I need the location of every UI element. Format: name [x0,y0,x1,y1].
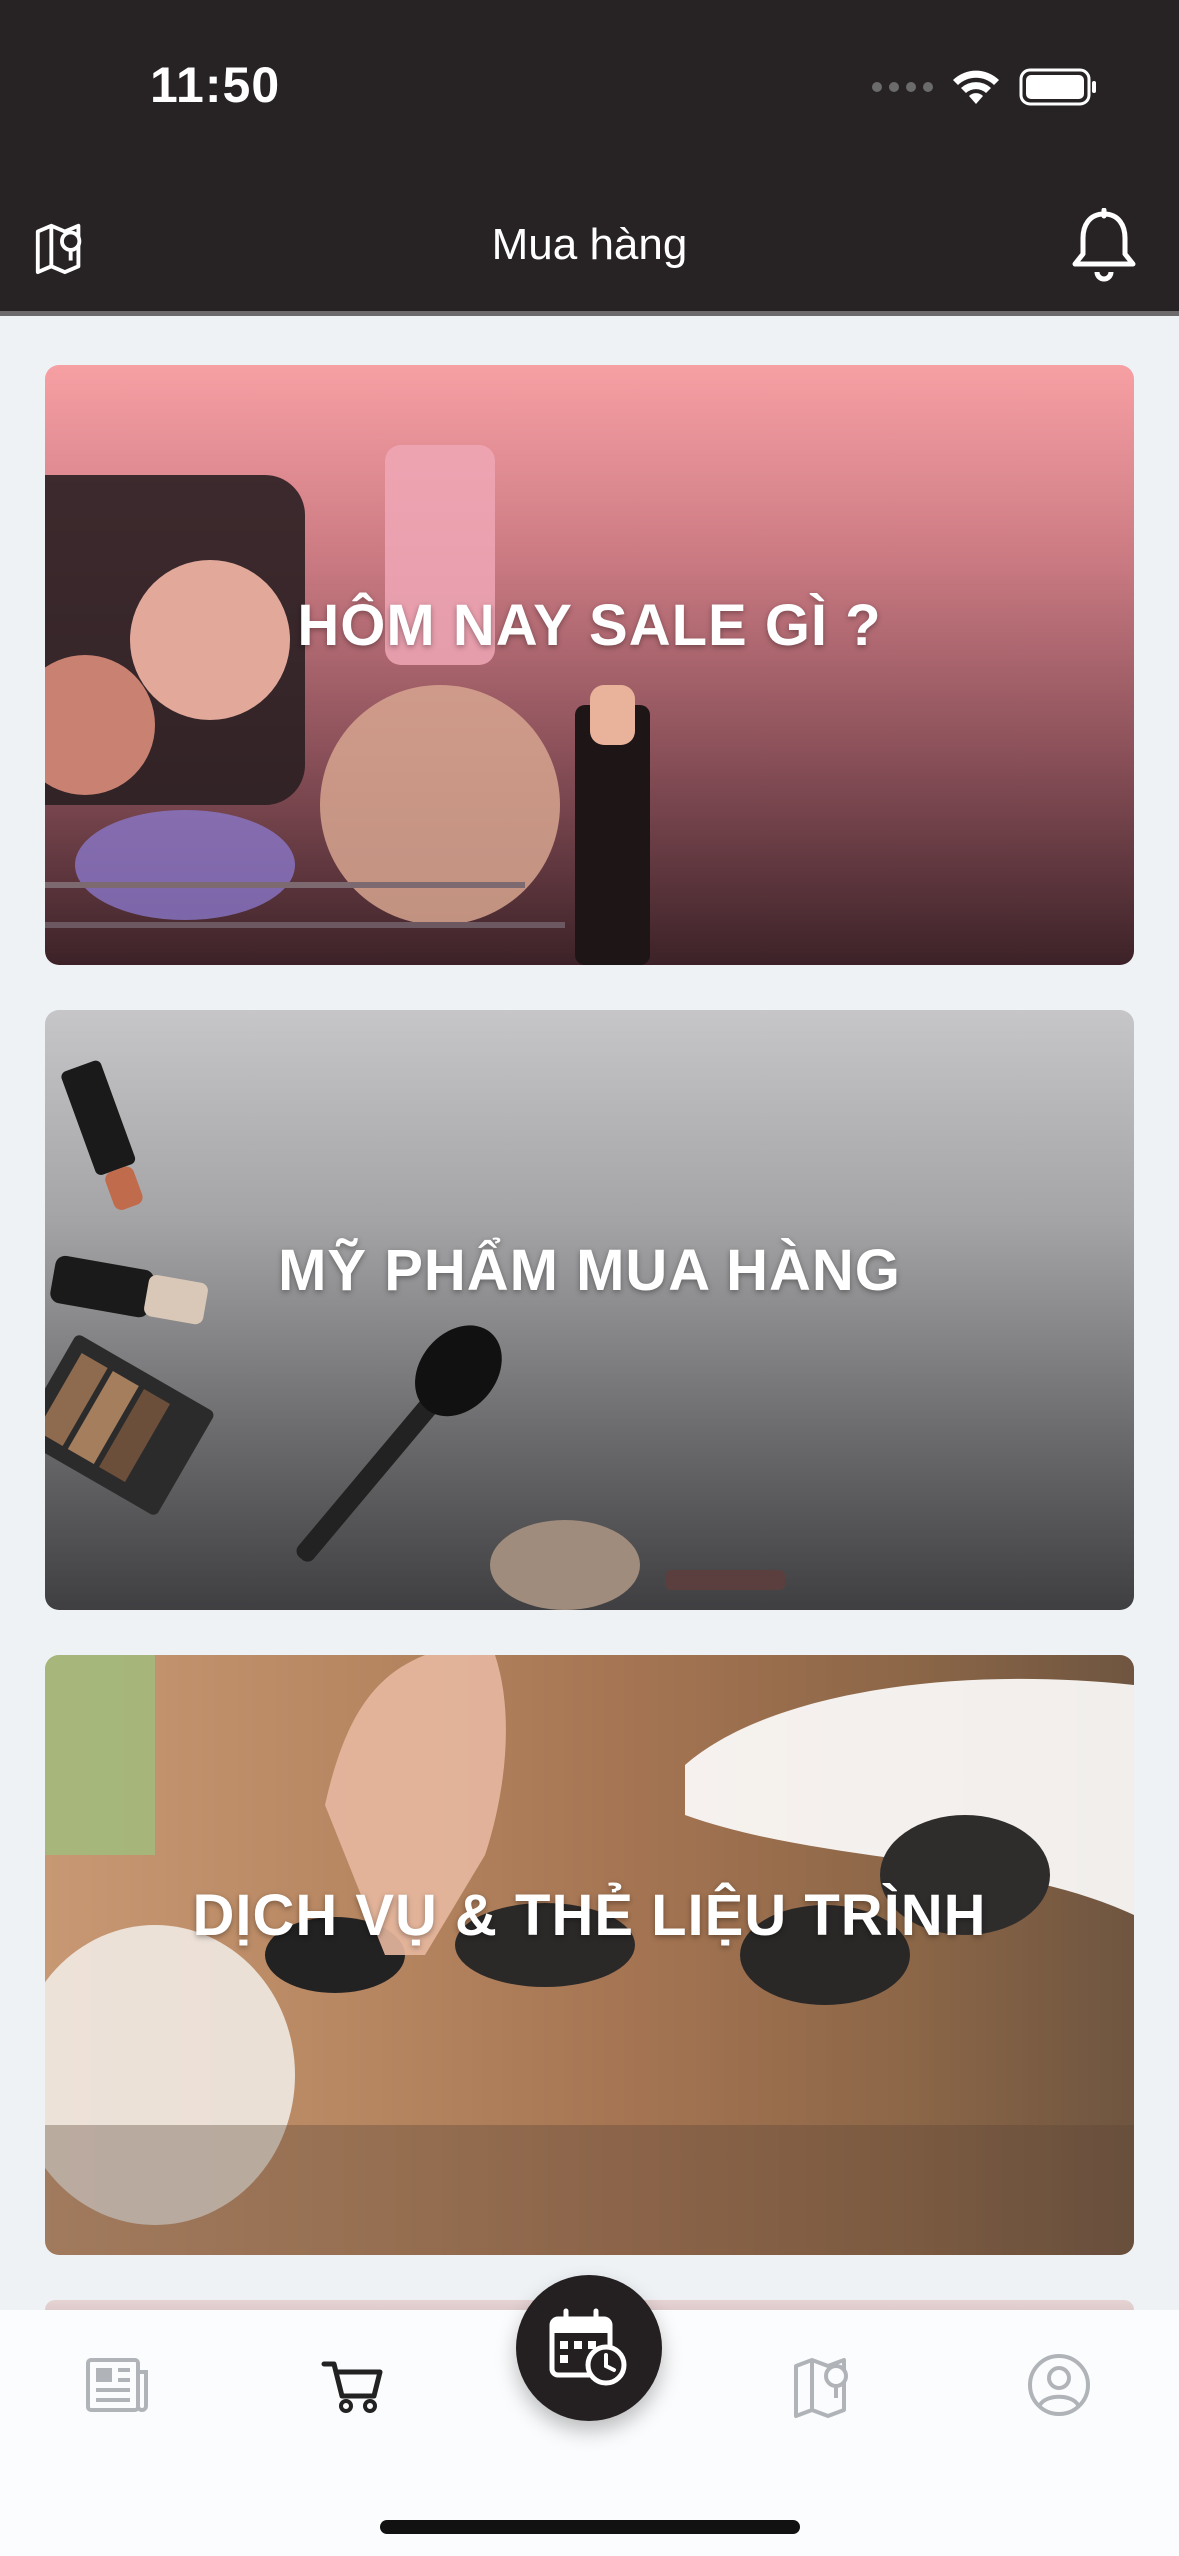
calendar-clock-icon [549,2308,627,2386]
card-title: MỸ PHẨM MUA HÀNG [278,1237,901,1303]
card-sale-today[interactable]: HÔM NAY SALE GÌ ? [45,365,1134,965]
signal-icon [872,82,933,92]
cart-icon[interactable] [318,2350,388,2420]
card-title: HÔM NAY SALE GÌ ? [297,592,882,658]
home-indicator [380,2520,800,2534]
header: 11:50 Mua hàng [0,0,1179,316]
category-list: HÔM NAY SALE GÌ ? MỸ PHẨM MUA HÀNG DỊCH … [45,365,1134,2365]
bell-icon[interactable] [1069,207,1139,284]
card-title: DỊCH VỤ & THẺ LIỆU TRÌNH [192,1882,987,1948]
status-icons [872,62,1099,112]
battery-icon [1019,67,1099,107]
profile-icon[interactable] [1024,2350,1094,2420]
map-pin-icon[interactable] [790,2350,860,2420]
card-cosmetics[interactable]: MỸ PHẨM MUA HÀNG [45,1010,1134,1610]
page-title: Mua hàng [491,220,688,269]
booking-button[interactable] [516,2275,662,2421]
news-icon[interactable] [82,2350,152,2420]
wifi-icon [951,68,1001,106]
card-services[interactable]: DỊCH VỤ & THẺ LIỆU TRÌNH [45,1655,1134,2255]
status-time: 11:50 [150,57,281,113]
